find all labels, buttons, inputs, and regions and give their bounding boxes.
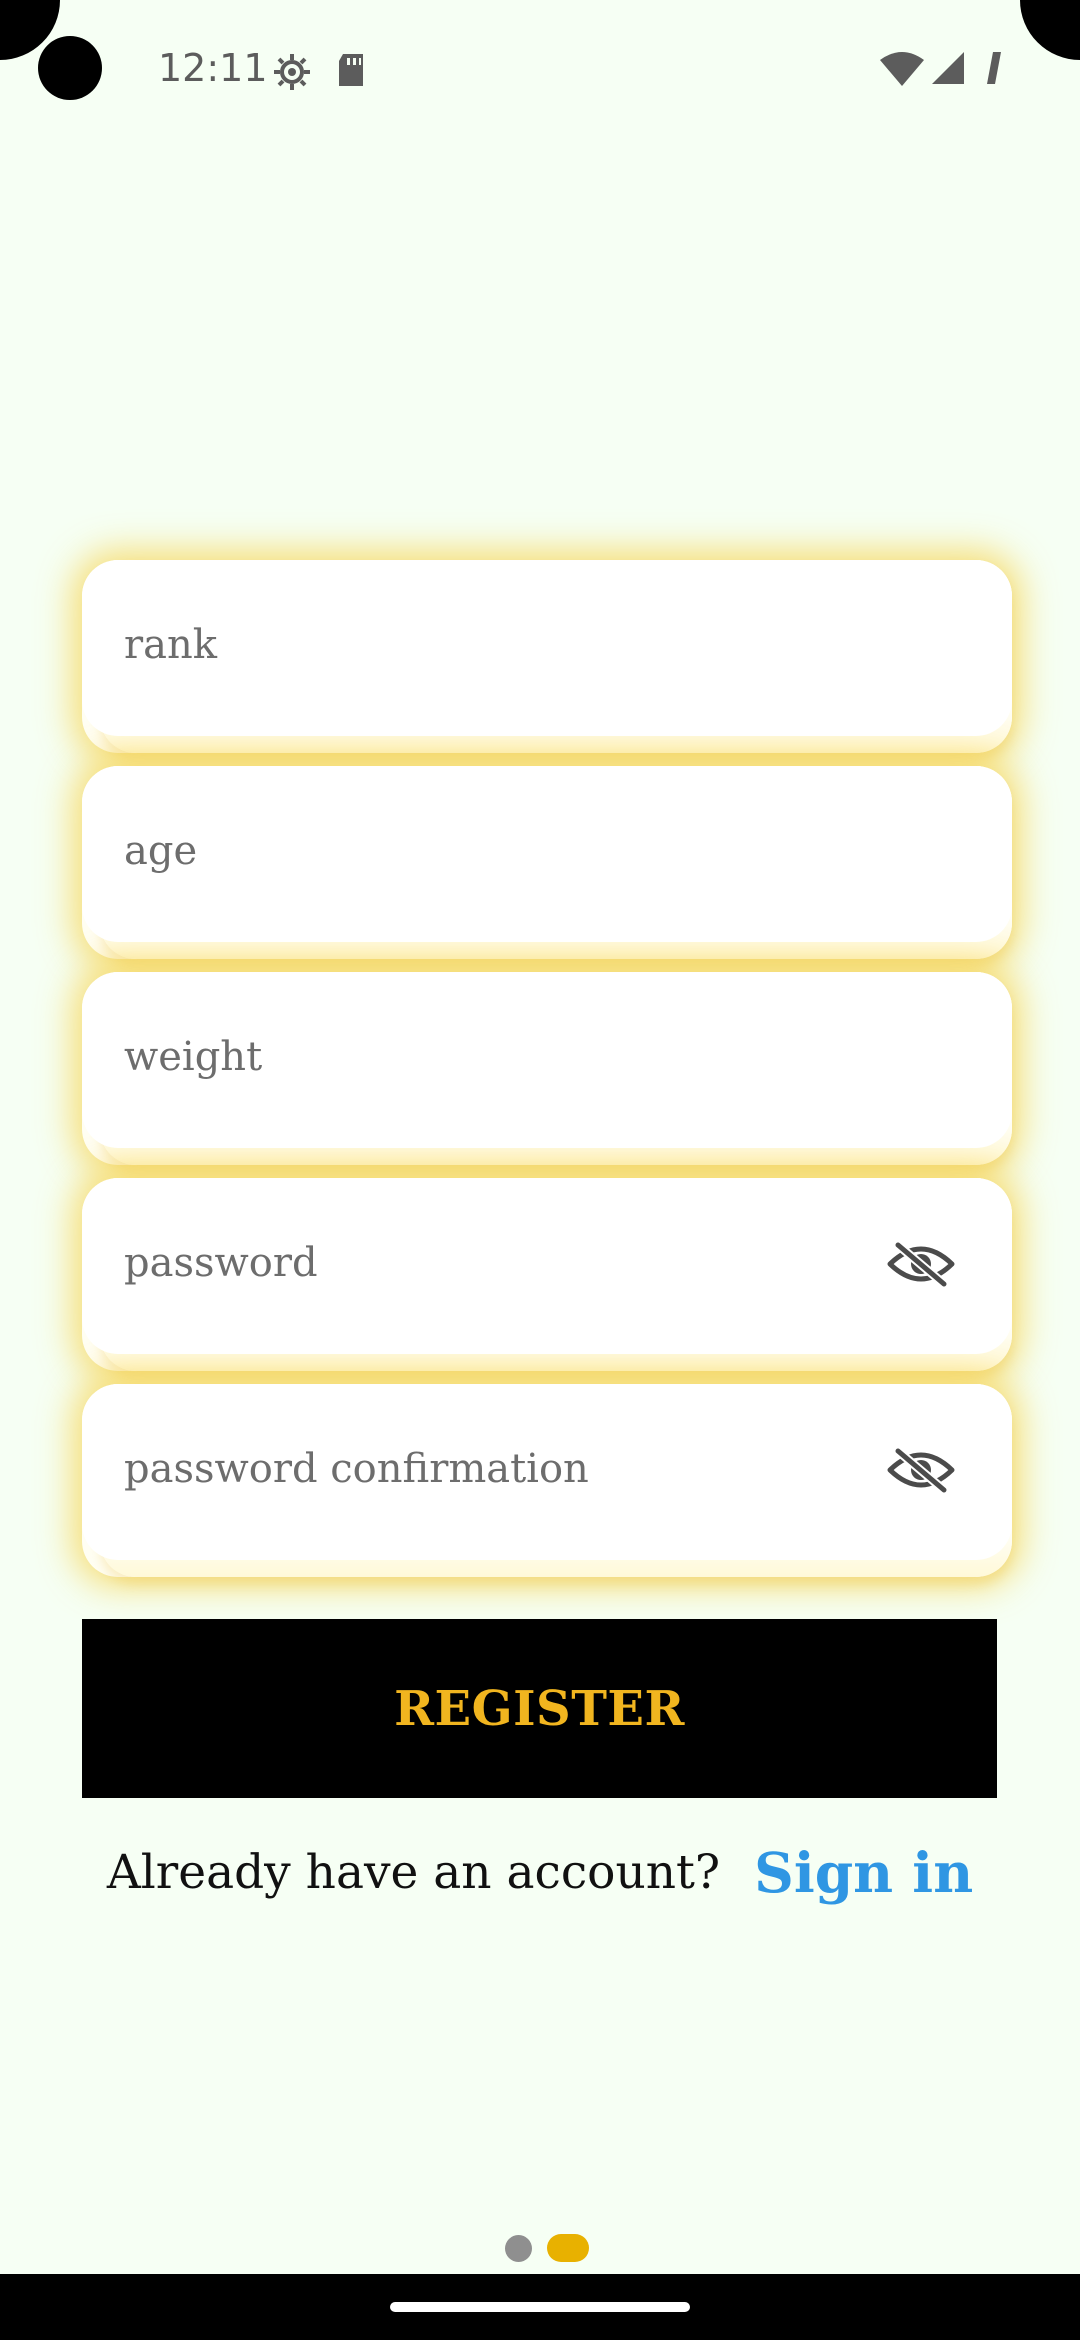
page-indicator	[505, 2234, 595, 2262]
password-placeholder: password	[124, 1240, 318, 1286]
rank-field[interactable]: rank	[82, 560, 1012, 753]
status-time: 12:11	[158, 46, 268, 90]
signin-link[interactable]: Sign in	[754, 1838, 973, 1908]
register-button[interactable]: REGISTER	[82, 1619, 997, 1798]
registration-form: rank age weight password password confir…	[82, 560, 1012, 1590]
sd-card-icon	[336, 52, 366, 92]
camera-cutout	[38, 36, 102, 100]
eye-off-icon[interactable]	[886, 1444, 956, 1500]
age-placeholder: age	[124, 828, 198, 874]
page-indicator-active-dot[interactable]	[547, 2234, 589, 2262]
navigation-bar	[0, 2274, 1080, 2340]
rank-placeholder: rank	[124, 622, 217, 668]
wifi-icon	[880, 50, 924, 90]
signin-row: Already have an account? Sign in	[0, 1838, 1080, 1908]
password-confirmation-placeholder: password confirmation	[124, 1446, 589, 1492]
register-label: REGISTER	[394, 1680, 685, 1737]
home-handle[interactable]	[390, 2302, 690, 2312]
password-field[interactable]: password	[82, 1178, 1012, 1371]
signin-prompt: Already have an account?	[106, 1845, 721, 1900]
settings-icon	[272, 52, 312, 96]
password-confirmation-field[interactable]: password confirmation	[82, 1384, 1012, 1577]
field-surface[interactable]	[82, 766, 1012, 942]
field-surface[interactable]	[82, 560, 1012, 736]
battery-icon	[985, 50, 1003, 90]
status-bar: 12:11	[0, 0, 1080, 140]
eye-off-icon[interactable]	[886, 1238, 956, 1294]
weight-placeholder: weight	[124, 1034, 263, 1080]
signal-icon	[930, 50, 966, 90]
age-field[interactable]: age	[82, 766, 1012, 959]
page-indicator-inactive-dot[interactable]	[505, 2235, 532, 2262]
weight-field[interactable]: weight	[82, 972, 1012, 1165]
